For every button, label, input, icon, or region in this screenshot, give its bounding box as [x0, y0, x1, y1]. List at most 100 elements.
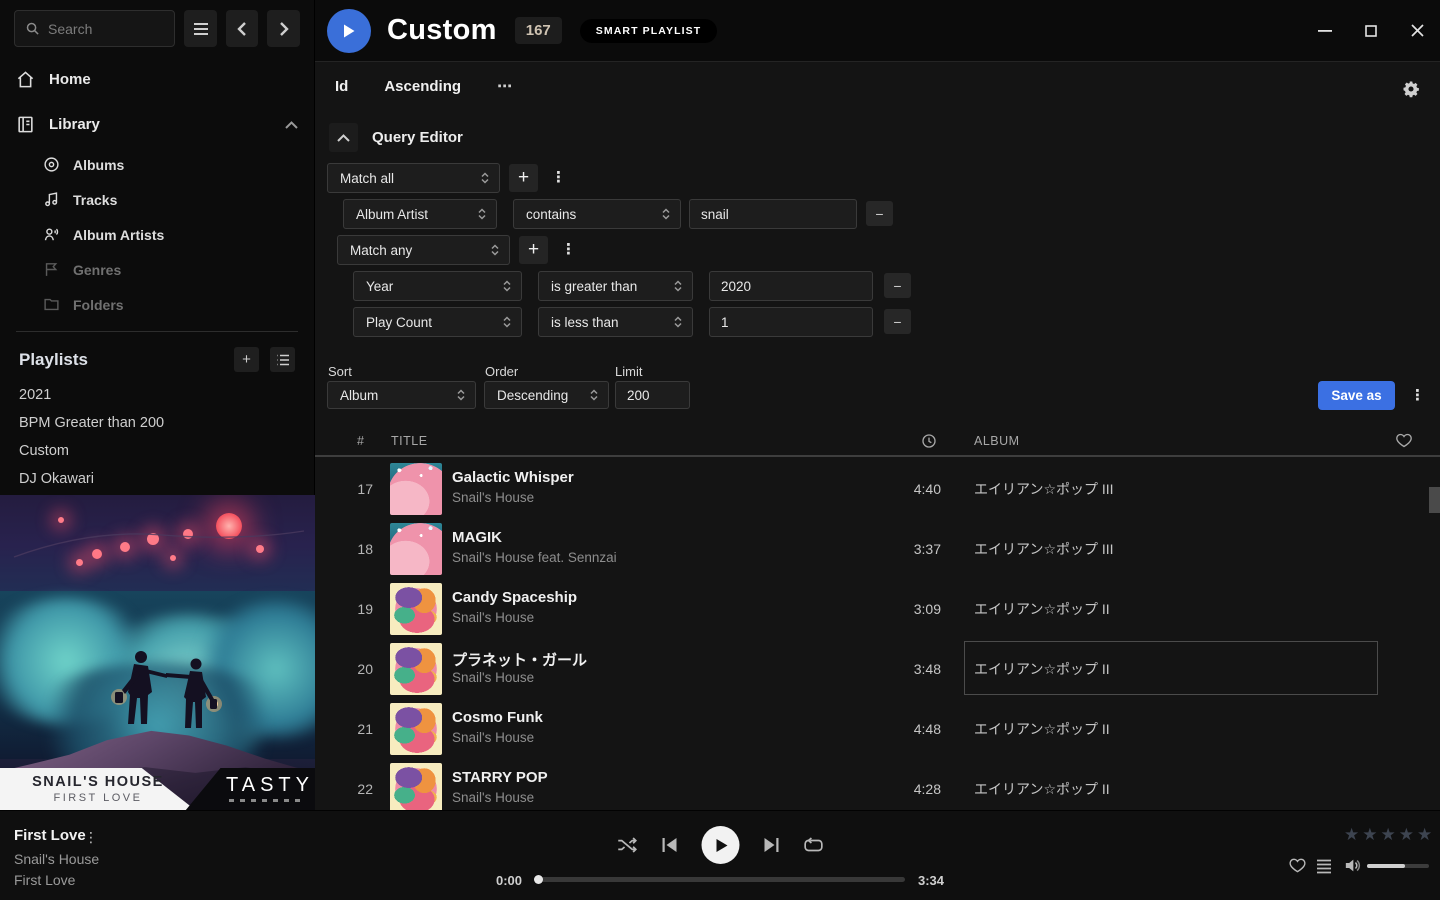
- track-album[interactable]: エイリアン☆ポップ II: [974, 759, 1110, 810]
- rule-field-select[interactable]: Play Count: [353, 307, 522, 337]
- track-title[interactable]: MAGIK: [452, 529, 502, 546]
- track-artist[interactable]: Snail's House: [452, 670, 534, 685]
- star-icon[interactable]: ★: [1381, 825, 1396, 845]
- seek-handle[interactable]: [534, 875, 543, 884]
- rule-value-input[interactable]: [709, 307, 873, 337]
- forward-button[interactable]: [267, 10, 300, 47]
- track-album[interactable]: エイリアン☆ポップ III: [974, 459, 1114, 519]
- save-as-button[interactable]: Save as: [1318, 381, 1395, 410]
- now-playing-menu-button[interactable]: ⋮: [84, 829, 98, 846]
- play-playlist-button[interactable]: [327, 9, 371, 53]
- now-playing-artist[interactable]: Snail's House: [14, 851, 99, 867]
- limit-input[interactable]: [615, 381, 690, 409]
- search-input[interactable]: [48, 21, 164, 37]
- favorite-button[interactable]: [1289, 858, 1306, 873]
- queue-button[interactable]: [1316, 859, 1332, 874]
- duration-column-icon[interactable]: [921, 433, 937, 449]
- track-title[interactable]: プラネット・ガール: [452, 649, 587, 670]
- group-menu-button-2[interactable]: ⋮: [561, 242, 576, 257]
- star-icon[interactable]: ★: [1362, 825, 1377, 845]
- rule-field-select[interactable]: Album Artist: [343, 199, 497, 229]
- track-artist[interactable]: Snail's House: [452, 730, 534, 745]
- search-box[interactable]: [14, 10, 175, 47]
- sidebar-item-folders[interactable]: Folders: [0, 287, 314, 322]
- track-row[interactable]: 21 Cosmo Funk Snail's House 4:48 エイリアン☆ポ…: [315, 699, 1440, 759]
- match-mode-select-2[interactable]: Match any: [337, 235, 510, 265]
- previous-button[interactable]: [662, 837, 678, 853]
- track-artist[interactable]: Snail's House: [452, 790, 534, 805]
- close-button[interactable]: [1409, 23, 1425, 39]
- rule-value-input[interactable]: [709, 271, 873, 301]
- now-playing-album-art[interactable]: SNAIL'S HOUSE FIRST LOVE TASTY: [0, 495, 315, 810]
- query-editor-collapse-button[interactable]: [329, 123, 358, 152]
- star-icon[interactable]: ★: [1344, 825, 1359, 845]
- column-title[interactable]: TITLE: [391, 434, 428, 448]
- add-playlist-button[interactable]: +: [234, 347, 259, 372]
- favorite-column-icon[interactable]: [1396, 433, 1412, 448]
- track-artist[interactable]: Snail's House: [452, 610, 534, 625]
- sort-select[interactable]: Album: [327, 381, 476, 409]
- track-row[interactable]: 22 STARRY POP Snail's House 4:28 エイリアン☆ポ…: [315, 759, 1440, 810]
- add-rule-button-2[interactable]: +: [519, 236, 548, 264]
- track-artist[interactable]: Snail's House feat. Sennzai: [452, 550, 617, 565]
- settings-button[interactable]: [1402, 80, 1420, 98]
- back-button[interactable]: [226, 10, 259, 47]
- track-row[interactable]: 18 MAGIK Snail's House feat. Sennzai 3:3…: [315, 519, 1440, 579]
- remove-rule-button[interactable]: −: [866, 201, 893, 226]
- repeat-button[interactable]: [804, 837, 824, 854]
- order-select[interactable]: Descending: [484, 381, 609, 409]
- sidebar-item-library[interactable]: Library: [0, 102, 314, 147]
- playlist-item-2021[interactable]: 2021: [0, 381, 314, 409]
- star-icon[interactable]: ★: [1417, 825, 1432, 845]
- now-playing-album[interactable]: First Love: [14, 872, 75, 888]
- save-menu-button[interactable]: ⋮: [1410, 388, 1425, 403]
- next-button[interactable]: [764, 837, 780, 853]
- group-menu-button-1[interactable]: ⋮: [551, 170, 566, 185]
- rule-operator-select[interactable]: contains: [513, 199, 681, 229]
- rule-field-select[interactable]: Year: [353, 271, 522, 301]
- rule-operator-select[interactable]: is greater than: [538, 271, 693, 301]
- remove-rule-button[interactable]: −: [884, 309, 911, 334]
- playlist-item-custom[interactable]: Custom: [0, 437, 314, 465]
- add-rule-button-1[interactable]: +: [509, 164, 538, 192]
- track-title[interactable]: STARRY POP: [452, 769, 548, 786]
- more-options-icon[interactable]: ⋯: [497, 77, 513, 95]
- volume-button[interactable]: [1344, 858, 1361, 873]
- sidebar-item-genres[interactable]: Genres: [0, 252, 314, 287]
- chevron-up-icon[interactable]: [285, 121, 298, 129]
- track-album[interactable]: エイリアン☆ポップ II: [974, 699, 1110, 759]
- menu-button[interactable]: [184, 10, 217, 47]
- star-icon[interactable]: ★: [1399, 825, 1414, 845]
- track-album[interactable]: エイリアン☆ポップ III: [974, 519, 1114, 579]
- shuffle-button[interactable]: [617, 836, 638, 854]
- track-row[interactable]: 19 Candy Spaceship Snail's House 3:09 エイ…: [315, 579, 1440, 639]
- sidebar-item-home[interactable]: Home: [0, 57, 314, 102]
- playlist-item-bpm[interactable]: BPM Greater than 200: [0, 409, 314, 437]
- track-row[interactable]: 17 Galactic Whisper Snail's House 4:40 エ…: [315, 459, 1440, 519]
- sort-field[interactable]: Id: [335, 78, 348, 95]
- track-title[interactable]: Cosmo Funk: [452, 709, 543, 726]
- playlist-item-dj-okawari[interactable]: DJ Okawari: [0, 465, 314, 493]
- scrollbar-thumb[interactable]: [1429, 487, 1440, 513]
- sidebar-item-tracks[interactable]: Tracks: [0, 182, 314, 217]
- rule-value-input[interactable]: [689, 199, 857, 229]
- minimize-button[interactable]: [1317, 23, 1333, 39]
- track-artist[interactable]: Snail's House: [452, 490, 534, 505]
- maximize-button[interactable]: [1363, 23, 1379, 39]
- sidebar-item-album-artists[interactable]: Album Artists: [0, 217, 314, 252]
- column-album[interactable]: ALBUM: [974, 434, 1020, 448]
- remove-rule-button[interactable]: −: [884, 273, 911, 298]
- play-pause-button[interactable]: [702, 826, 740, 864]
- sort-direction[interactable]: Ascending: [384, 78, 461, 95]
- seek-bar[interactable]: [535, 877, 905, 882]
- now-playing-title[interactable]: First Love: [14, 827, 86, 844]
- track-album[interactable]: エイリアン☆ポップ II: [974, 579, 1110, 639]
- playlist-options-button[interactable]: [270, 347, 295, 372]
- volume-slider[interactable]: [1367, 864, 1429, 868]
- rule-operator-select[interactable]: is less than: [538, 307, 693, 337]
- column-index[interactable]: #: [357, 434, 364, 448]
- sidebar-item-albums[interactable]: Albums: [0, 147, 314, 182]
- track-title[interactable]: Candy Spaceship: [452, 589, 577, 606]
- match-mode-select-1[interactable]: Match all: [327, 163, 500, 193]
- track-row[interactable]: 20 プラネット・ガール Snail's House 3:48 エイリアン☆ポッ…: [315, 639, 1440, 699]
